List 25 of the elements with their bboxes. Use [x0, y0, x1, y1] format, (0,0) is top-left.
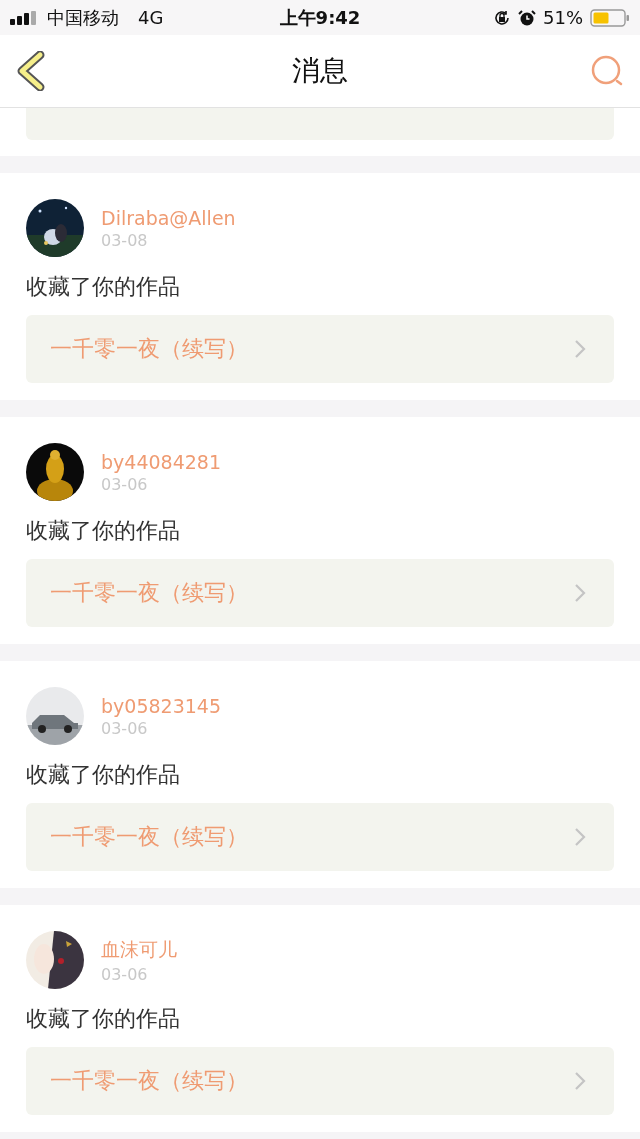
- chevron-icon: [574, 827, 586, 847]
- clock: 上午9:42: [279, 5, 361, 30]
- chevron-icon: [574, 583, 586, 603]
- alarm-icon: [518, 8, 536, 27]
- user-name[interactable]: Dilraba@Allen: [101, 206, 236, 229]
- user-name[interactable]: by05823145: [101, 694, 221, 717]
- rotation-lock-icon: [493, 8, 511, 27]
- work-link[interactable]: 一千零一夜（续写）: [26, 803, 614, 871]
- message-text: 收藏了你的作品: [26, 273, 181, 301]
- user-name[interactable]: 血沫可儿: [101, 936, 177, 963]
- battery-icon: [590, 8, 630, 27]
- message-text: 收藏了你的作品: [26, 761, 181, 789]
- user-name[interactable]: by44084281: [101, 450, 221, 473]
- carrier-name: 中国移动: [47, 5, 119, 30]
- message-text: 收藏了你的作品: [26, 517, 181, 545]
- chevron-icon: [574, 339, 586, 359]
- battery-percent: 51%: [543, 7, 583, 28]
- chevron-icon: [574, 1071, 586, 1091]
- message-text: 收藏了你的作品: [26, 1005, 181, 1033]
- work-link[interactable]: 一千零一夜（续写）: [26, 1047, 614, 1115]
- back-icon[interactable]: [16, 51, 46, 91]
- page-title: 消息: [292, 53, 348, 89]
- network-type: 4G: [138, 7, 164, 28]
- work-link[interactable]: 一千零一夜（续写）: [26, 559, 614, 627]
- work-link[interactable]: 一千零一夜（续写）: [26, 315, 614, 383]
